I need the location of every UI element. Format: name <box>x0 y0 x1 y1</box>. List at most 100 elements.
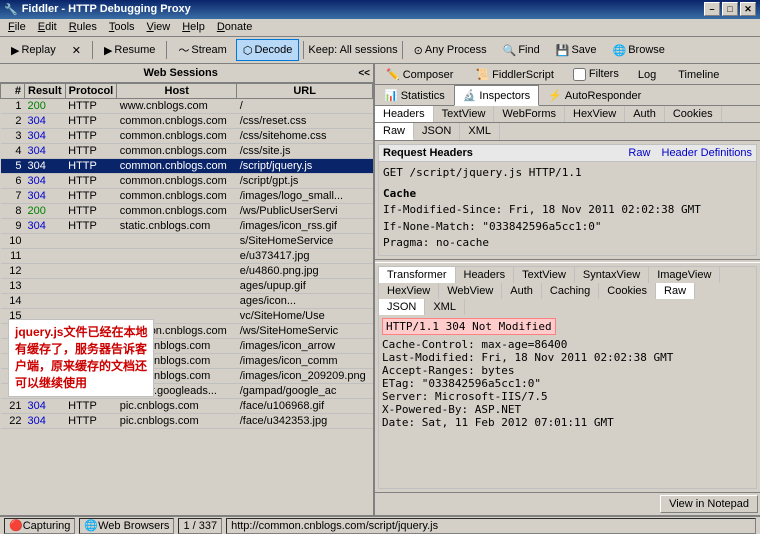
table-row[interactable]: 9 304 HTTP static.cnblogs.com /images/ic… <box>1 219 373 234</box>
cell-protocol: HTTP <box>65 129 117 144</box>
resume-button[interactable]: ▶ Resume <box>97 39 162 61</box>
rawtab-json[interactable]: JSON <box>414 123 460 140</box>
menu-help[interactable]: Help <box>176 19 211 35</box>
menu-donate[interactable]: Donate <box>211 19 258 35</box>
col-url[interactable]: URL <box>237 84 373 99</box>
table-row[interactable]: 7 304 HTTP common.cnblogs.com /images/lo… <box>1 189 373 204</box>
menu-view[interactable]: View <box>141 19 177 35</box>
vtab-caching[interactable]: Caching <box>542 283 599 299</box>
status-web-browsers: 🌐 Web Browsers <box>79 518 174 534</box>
vtab-cookies[interactable]: Cookies <box>599 283 656 299</box>
table-row[interactable]: 11 e/u373417.jpg <box>1 249 373 264</box>
subtab-headers[interactable]: Headers <box>375 106 434 122</box>
vtab-imageview[interactable]: ImageView <box>649 267 720 283</box>
close-button[interactable]: ✕ <box>740 2 756 16</box>
table-row[interactable]: 1 200 HTTP www.cnblogs.com / <box>1 99 373 114</box>
cell-host: common.cnblogs.com <box>117 129 237 144</box>
subtab-hexview[interactable]: HexView <box>565 106 625 122</box>
view-in-notepad-button[interactable]: View in Notepad <box>660 495 758 513</box>
cell-result: 304 <box>25 174 66 189</box>
cell-url: /ws/SiteHomeServic <box>237 324 373 339</box>
subtab-auth[interactable]: Auth <box>625 106 665 122</box>
table-row[interactable]: 5 304 HTTP common.cnblogs.com /script/jq… <box>1 159 373 174</box>
vtab-textview[interactable]: TextView <box>514 267 575 283</box>
vtab-headers[interactable]: Headers <box>456 267 515 283</box>
tab-fiddlerscript[interactable]: 📜 FiddlerScript <box>464 64 564 84</box>
cell-result <box>25 264 66 279</box>
split-handle[interactable] <box>375 259 760 263</box>
table-row[interactable]: 22 304 HTTP pic.cnblogs.com /face/u34235… <box>1 414 373 429</box>
vtab-xml2[interactable]: XML <box>425 299 465 315</box>
browse-button[interactable]: 🌐 Browse <box>606 39 672 61</box>
save-button[interactable]: 💾 Save <box>549 39 604 61</box>
cell-protocol: HTTP <box>65 204 117 219</box>
remove-button[interactable]: ✕ <box>65 39 88 61</box>
table-row[interactable]: 10 s/SiteHomeService <box>1 234 373 249</box>
col-icon[interactable]: # <box>1 84 25 99</box>
tab-inspectors[interactable]: 🔬 Inspectors <box>454 85 539 106</box>
cell-url: /images/icon_arrow <box>237 339 373 354</box>
window-title: Fiddler - HTTP Debugging Proxy <box>22 3 704 15</box>
tab-autoresponder[interactable]: ⚡ AutoResponder <box>539 85 650 105</box>
request-headers-links: Raw Header Definitions <box>620 147 752 159</box>
minimize-button[interactable]: – <box>704 2 720 16</box>
tab-composer[interactable]: ✏️ Composer <box>375 64 464 84</box>
subtab-textview[interactable]: TextView <box>434 106 495 122</box>
cell-result: 304 <box>25 189 66 204</box>
cell-result <box>25 279 66 294</box>
table-row[interactable]: 14 ages/icon... <box>1 294 373 309</box>
tab-filters[interactable]: Filters <box>565 65 627 84</box>
subtab-cookies[interactable]: Cookies <box>665 106 722 122</box>
sessions-table-container[interactable]: # Result Protocol Host URL 1 200 HTTP ww… <box>0 83 373 515</box>
table-row[interactable]: 2 304 HTTP common.cnblogs.com /css/reset… <box>1 114 373 129</box>
decode-button[interactable]: ⬡ Decode <box>236 39 300 61</box>
menu-rules[interactable]: Rules <box>63 19 103 35</box>
filters-checkbox[interactable] <box>573 68 586 81</box>
replay-button[interactable]: ▶ Replay <box>4 39 63 61</box>
menu-edit[interactable]: Edit <box>32 19 63 35</box>
col-host[interactable]: Host <box>117 84 237 99</box>
table-row[interactable]: 4 304 HTTP common.cnblogs.com /css/site.… <box>1 144 373 159</box>
tab-log[interactable]: Log <box>627 65 667 84</box>
subtab-webforms[interactable]: WebForms <box>494 106 565 122</box>
vtab-syntaxview[interactable]: SyntaxView <box>575 267 649 283</box>
vtab-webview[interactable]: WebView <box>439 283 502 299</box>
table-row[interactable]: 8 200 HTTP common.cnblogs.com /ws/Public… <box>1 204 373 219</box>
maximize-button[interactable]: □ <box>722 2 738 16</box>
cell-url: /gampad/google_ac <box>237 384 373 399</box>
menu-file[interactable]: File <box>2 19 32 35</box>
vtab-auth[interactable]: Auth <box>502 283 542 299</box>
vtab-hexview[interactable]: HexView <box>379 283 439 299</box>
stream-button[interactable]: 〜 Stream <box>171 39 233 61</box>
toolbar-separator-1 <box>92 41 93 59</box>
vtab-json[interactable]: JSON <box>379 299 425 315</box>
table-row[interactable]: 13 ages/upup.gif <box>1 279 373 294</box>
tab-statistics[interactable]: 📊 Statistics <box>375 85 454 105</box>
table-row[interactable]: 12 e/u4860.png.jpg <box>1 264 373 279</box>
vtab-transformer[interactable]: Transformer <box>379 267 456 283</box>
tab-timeline[interactable]: Timeline <box>667 65 730 84</box>
rawtab-xml[interactable]: XML <box>460 123 500 140</box>
cell-num: 7 <box>1 189 25 204</box>
any-process-button[interactable]: ⊙ Any Process <box>407 39 494 61</box>
rawtab-raw[interactable]: Raw <box>375 123 414 140</box>
cell-result <box>25 249 66 264</box>
response-content[interactable]: HTTP/1.1 304 Not Modified Cache-Control:… <box>379 315 756 488</box>
col-result[interactable]: Result <box>25 84 66 99</box>
raw-link[interactable]: Raw <box>628 147 650 159</box>
menu-tools[interactable]: Tools <box>103 19 141 35</box>
col-protocol[interactable]: Protocol <box>65 84 117 99</box>
cell-url: /images/icon_comm <box>237 354 373 369</box>
collapse-button[interactable]: << <box>358 68 370 79</box>
header-definitions-link[interactable]: Header Definitions <box>662 147 753 159</box>
cell-protocol <box>65 234 117 249</box>
vtab-raw[interactable]: Raw <box>656 283 695 299</box>
table-row[interactable]: 6 304 HTTP common.cnblogs.com /script/gp… <box>1 174 373 189</box>
table-row[interactable]: 3 304 HTTP common.cnblogs.com /css/siteh… <box>1 129 373 144</box>
find-button[interactable]: 🔍 Find <box>496 39 547 61</box>
cell-result <box>25 234 66 249</box>
replay-icon: ▶ <box>11 44 19 57</box>
cell-host <box>117 234 237 249</box>
viewer-raw-tabs: JSON XML <box>379 299 756 315</box>
table-row[interactable]: 21 304 HTTP pic.cnblogs.com /face/u10696… <box>1 399 373 414</box>
